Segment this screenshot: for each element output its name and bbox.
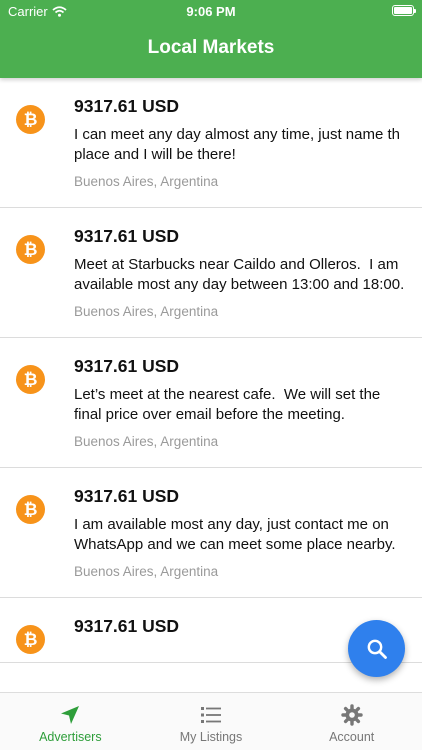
listing-item[interactable]: ₿ 9317.61 USD Meet at Starbucks near Cai… [0, 208, 422, 338]
listing-list[interactable]: ₿ 9317.61 USD I can meet any day almost … [0, 78, 422, 692]
tab-bar: Advertisers My Listings Account [0, 692, 422, 750]
listing-item[interactable]: ₿ 9317.61 USD I am available most any da… [0, 468, 422, 598]
status-time: 9:06 PM [186, 4, 236, 19]
listing-location: Buenos Aires, Argentina [74, 564, 219, 579]
listing-description: Let’s meet at the nearest cafe. We will … [74, 386, 385, 423]
gear-icon [340, 704, 363, 726]
bitcoin-icon: ₿ [16, 365, 45, 394]
listing-price: 9317.61 USD [74, 96, 180, 116]
search-icon [367, 639, 387, 659]
tab-advertisers[interactable]: Advertisers [0, 693, 141, 750]
status-bar: Carrier 9:06 PM [0, 0, 422, 22]
listing-item[interactable]: ₿ 9317.61 USD Let’s meet at the nearest … [0, 338, 422, 468]
listing-description: I can meet any day almost any time, just… [74, 126, 405, 163]
listing-item[interactable]: ₿ 9317.61 USD I can meet any day almost … [0, 78, 422, 208]
app-header: Carrier 9:06 PM Local Markets [0, 0, 422, 78]
tab-account[interactable]: Account [281, 693, 422, 750]
listing-price: 9317.61 USD [74, 356, 180, 376]
search-button[interactable] [348, 620, 405, 677]
bitcoin-icon: ₿ [16, 235, 45, 264]
tab-label: My Listings [179, 730, 243, 744]
listing-price: 9317.61 USD [74, 486, 180, 506]
battery-icon [392, 5, 416, 16]
page-title: Local Markets [147, 37, 275, 58]
listing-location: Buenos Aires, Argentina [74, 434, 219, 449]
tab-my-listings[interactable]: My Listings [141, 693, 282, 750]
listing-description: I am available most any day, just contac… [74, 516, 396, 553]
tab-label: Account [329, 730, 375, 744]
navigation-arrow-icon [61, 706, 80, 724]
bitcoin-icon: ₿ [16, 495, 45, 524]
listing-location: Buenos Aires, Argentina [74, 174, 219, 189]
bitcoin-icon: ₿ [16, 625, 45, 654]
listing-description: Meet at Starbucks near Caildo and Ollero… [74, 256, 405, 293]
bitcoin-icon: ₿ [16, 105, 45, 134]
tab-label: Advertisers [39, 730, 102, 744]
listing-location: Buenos Aires, Argentina [74, 304, 219, 319]
listing-price: 9317.61 USD [74, 226, 180, 246]
list-icon [201, 707, 221, 723]
